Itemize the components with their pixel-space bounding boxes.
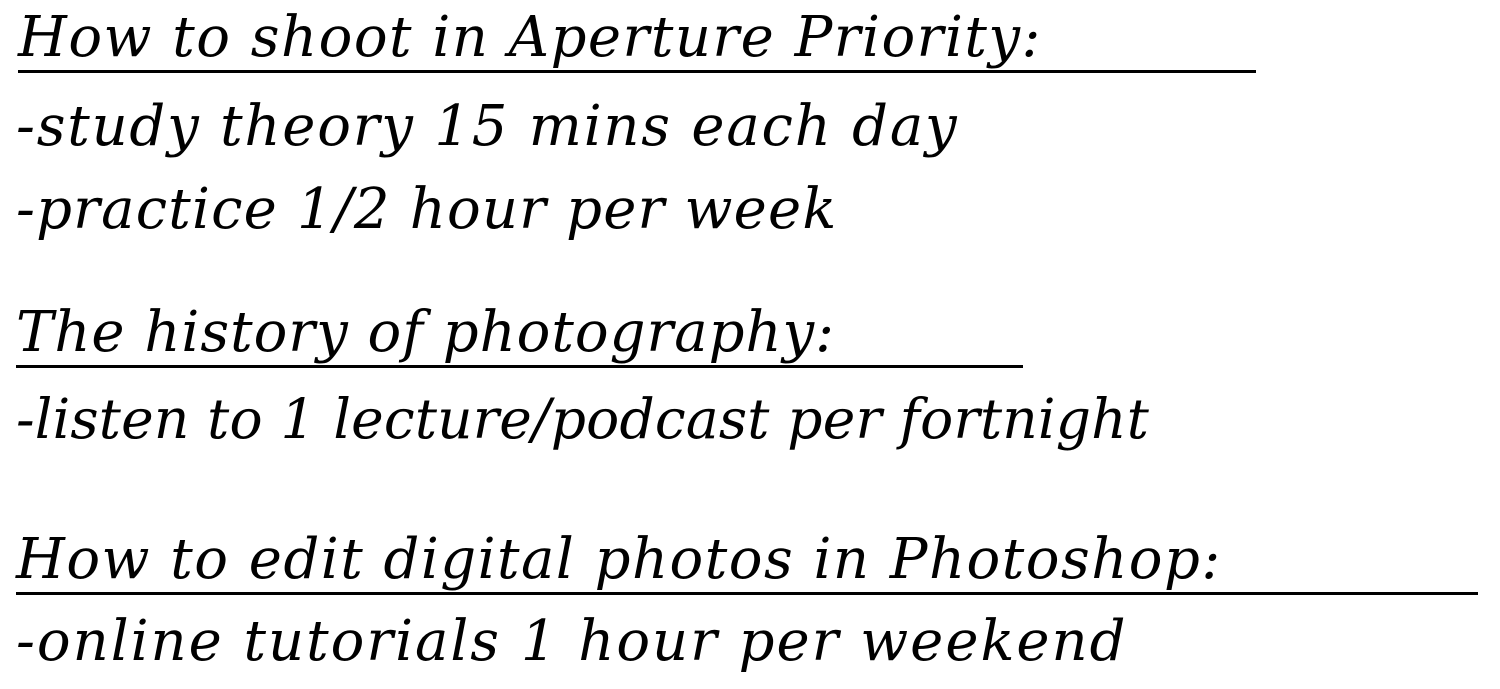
section-heading-aperture-priority: How to shoot in Aperture Priority:	[18, 10, 1256, 73]
list-item-practice: -practice 1/2 hour per week	[16, 177, 838, 242]
list-item-online-tutorials: -online tutorials 1 hour per weekend	[16, 609, 1128, 674]
list-item-study-theory: -study theory 15 mins each day	[16, 94, 959, 159]
list-item-listen-lecture: -listen to 1 lecture/podcast per fortnig…	[16, 387, 1150, 451]
handwritten-note-page: How to shoot in Aperture Priority: -stud…	[0, 0, 1500, 689]
section-heading-edit-photos-photoshop: How to edit digital photos in Photoshop:	[16, 532, 1478, 595]
section-heading-history-of-photography: The history of photography:	[16, 305, 1023, 368]
